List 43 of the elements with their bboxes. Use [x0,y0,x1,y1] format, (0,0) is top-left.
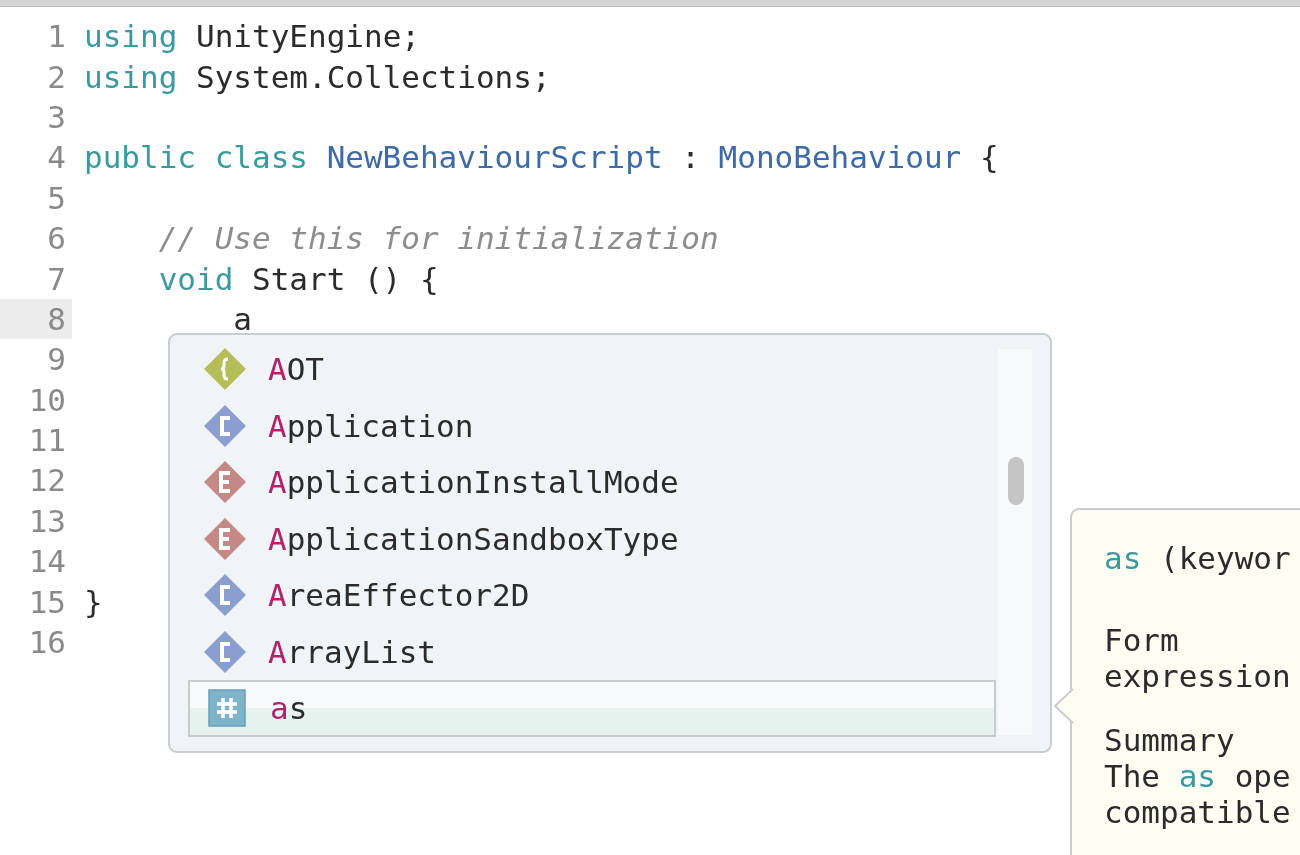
brace-diamond-icon [202,346,248,393]
code-line: // Use this for initialization [157,220,719,257]
line-number: 10 [27,380,67,420]
line-number: 11 [27,421,67,461]
completion-item[interactable]: ArrayList [188,623,996,680]
class-diamond-icon [202,628,248,675]
line-number: 1 [46,17,67,57]
code-line: } [83,583,103,620]
enum-diamond-icon [202,459,248,506]
code-line: void Start () { [157,260,439,297]
tooltip-text: Summary [1104,722,1236,758]
line-number: 16 [27,623,67,663]
tooltip-text: Form [1104,622,1180,658]
line-number: 2 [46,57,67,97]
scrollbar-thumb[interactable] [1008,457,1024,505]
completion-item[interactable]: AreaEffector2D [188,567,996,624]
line-number: 15 [27,582,67,622]
code-line: using System.Collections; [83,58,551,95]
line-number: 14 [27,542,67,582]
line-number: 6 [46,219,67,259]
line-number: 9 [46,340,67,380]
code-line: public class NewBehaviourScript : MonoBehaviour { [83,139,999,176]
class-diamond-icon [202,572,248,619]
line-number: 3 [46,97,67,137]
tooltip-text: The as ope [1104,758,1292,794]
line-number: 13 [27,501,67,541]
completion-item[interactable]: AOT [188,341,996,398]
tooltip-title: as (keywor [1104,539,1292,578]
line-number: 7 [46,259,67,299]
line-number: 5 [46,178,67,218]
tooltip-text: compatible [1104,794,1292,830]
completion-item[interactable]: as [188,680,996,737]
line-number: 12 [27,461,67,501]
tooltip-text: expression [1104,658,1292,694]
enum-diamond-icon [202,515,248,562]
line-number: 4 [46,138,67,178]
code-line: a [232,300,252,337]
class-diamond-icon [202,402,248,449]
code-line: using UnityEngine; [83,18,420,55]
completion-item[interactable]: Application [188,397,996,454]
completion-item[interactable]: ApplicationSandboxType [188,510,996,567]
line-number: 8 [0,298,72,340]
completion-item[interactable]: ApplicationInstallMode [188,454,996,511]
